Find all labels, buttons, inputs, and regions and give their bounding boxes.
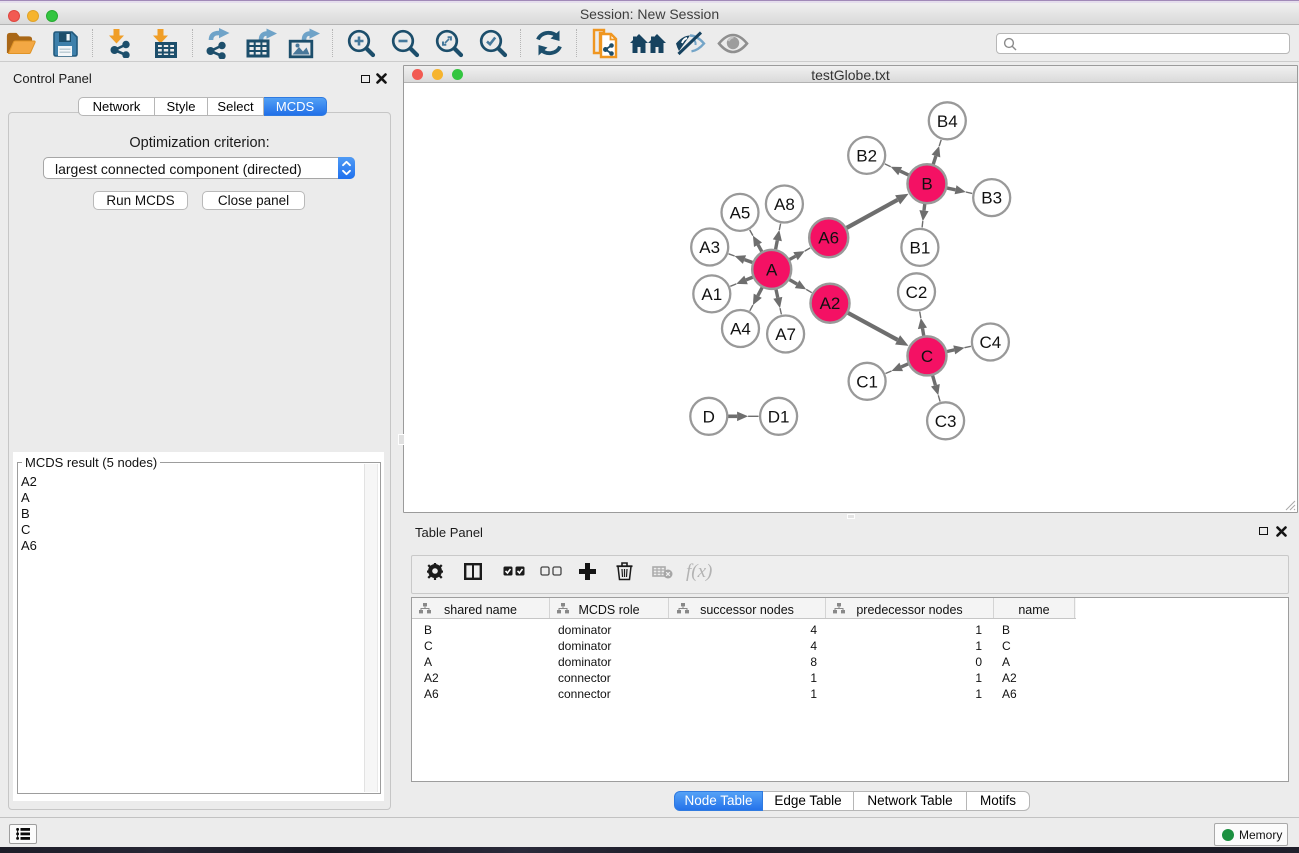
svg-text:B: B: [921, 175, 932, 194]
svg-text:A2: A2: [820, 294, 841, 313]
svg-text:C3: C3: [935, 412, 957, 431]
svg-text:A: A: [766, 260, 778, 279]
svg-text:C4: C4: [980, 333, 1002, 352]
svg-text:A4: A4: [730, 320, 751, 339]
svg-text:A7: A7: [775, 325, 796, 344]
svg-text:C2: C2: [906, 283, 928, 302]
svg-text:B4: B4: [937, 112, 958, 131]
svg-text:B1: B1: [910, 238, 931, 257]
svg-text:A8: A8: [774, 195, 795, 214]
svg-text:A1: A1: [701, 285, 722, 304]
svg-text:B2: B2: [856, 146, 877, 165]
svg-text:D1: D1: [768, 407, 790, 426]
svg-text:D: D: [703, 407, 715, 426]
svg-text:C1: C1: [856, 372, 878, 391]
svg-text:B3: B3: [981, 189, 1002, 208]
svg-text:A6: A6: [818, 229, 839, 248]
svg-text:A5: A5: [730, 203, 751, 222]
svg-text:A3: A3: [699, 238, 720, 257]
svg-text:C: C: [921, 347, 933, 366]
